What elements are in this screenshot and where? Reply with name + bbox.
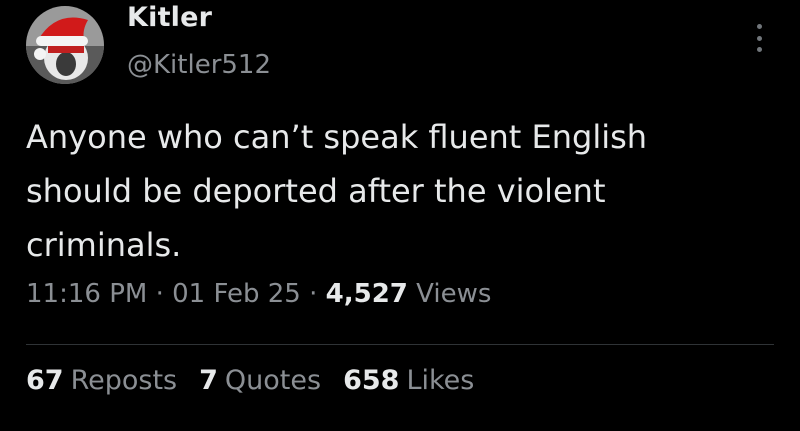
quotes-label: Quotes xyxy=(224,365,322,396)
meta-separator: · xyxy=(155,279,164,309)
more-dot xyxy=(756,47,762,52)
engagement-stats: 67 Reposts 7 Quotes 658 Likes xyxy=(26,365,474,396)
views-count: 4,527 xyxy=(325,279,408,309)
reposts-label: Reposts xyxy=(70,365,178,396)
reposts-stat[interactable]: 67 Reposts xyxy=(26,365,177,396)
reposts-count: 67 xyxy=(26,365,64,396)
tweet-meta: 11:16 PM · 01 Feb 25 · 4,527 Views xyxy=(26,279,491,309)
author-handle[interactable]: @Kitler512 xyxy=(127,50,271,80)
quotes-count: 7 xyxy=(199,365,218,396)
likes-stat[interactable]: 658 Likes xyxy=(343,365,474,396)
tweet-text: Anyone who can’t speak fluent English sh… xyxy=(26,118,648,264)
divider xyxy=(26,344,774,345)
cat-avatar-icon xyxy=(26,6,104,84)
more-dot xyxy=(756,24,762,29)
views-label: Views xyxy=(416,279,492,309)
tweet-time[interactable]: 11:16 PM xyxy=(26,279,147,309)
more-vertical-icon[interactable] xyxy=(747,18,771,58)
likes-count: 658 xyxy=(343,365,400,396)
quotes-stat[interactable]: 7 Quotes xyxy=(199,365,321,396)
meta-separator: · xyxy=(309,279,318,309)
likes-label: Likes xyxy=(406,365,475,396)
more-dot xyxy=(756,35,762,41)
avatar[interactable] xyxy=(26,6,104,84)
author-display-name[interactable]: Kitler xyxy=(127,2,212,33)
tweet-date[interactable]: 01 Feb 25 xyxy=(172,279,301,309)
